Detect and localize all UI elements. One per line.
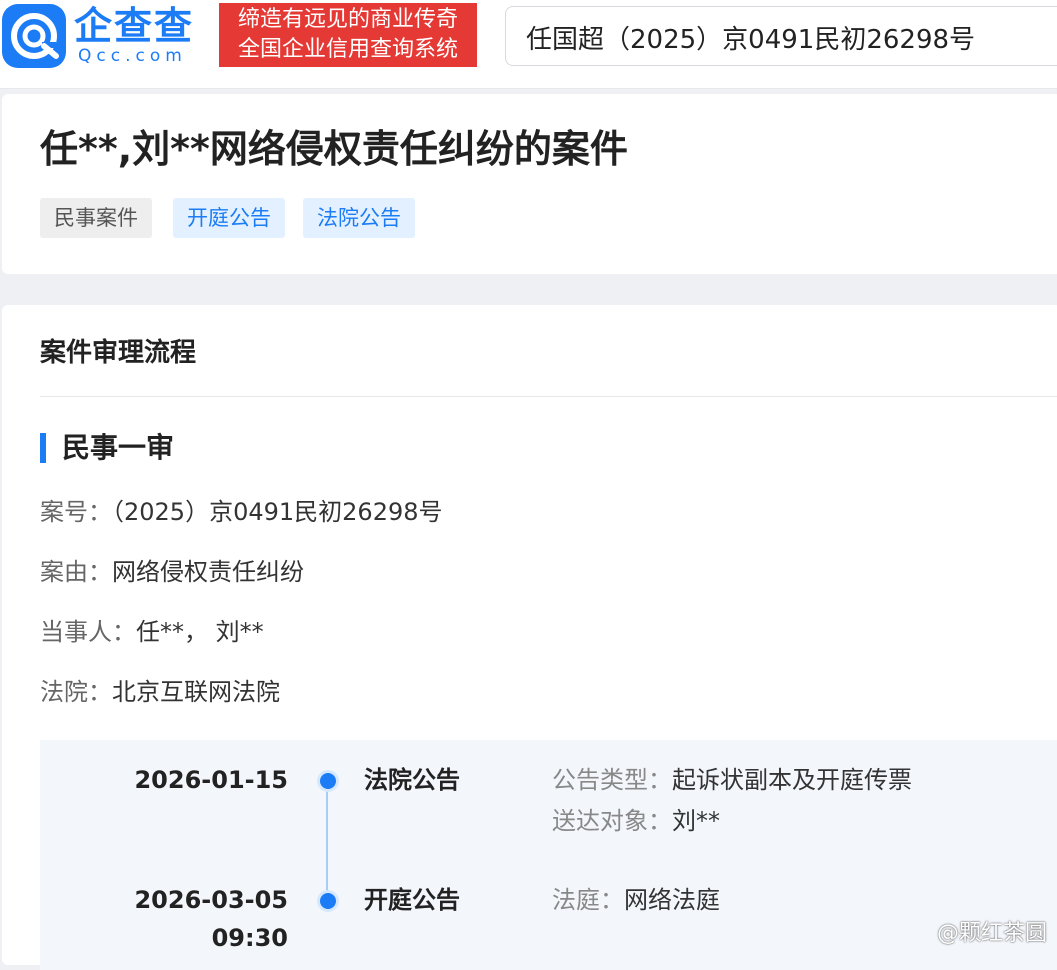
info-value: （2025）京0491民初26298号 <box>112 498 443 526</box>
timeline-time: 09:30 <box>211 924 288 952</box>
case-process-card: 案件审理流程 民事一审 案号：（2025）京0491民初26298号 案由：网络… <box>2 305 1057 970</box>
timeline-date: 2026-03-05 <box>134 886 288 914</box>
timeline-detail: 送达对象：刘** <box>552 803 720 839</box>
info-value[interactable]: 任**， 刘** <box>136 618 264 646</box>
stage-title: 民事一审 <box>62 431 175 464</box>
info-case-number: 案号：（2025）京0491民初26298号 <box>40 495 443 529</box>
timeline-connector <box>326 780 328 900</box>
info-parties: 当事人：任**， 刘** <box>40 615 264 649</box>
search-box[interactable] <box>505 6 1057 66</box>
watermark-credit: @颗红茶圆 <box>936 921 1047 946</box>
timeline-date: 2026-01-15 <box>134 766 288 794</box>
top-header: 企查查 Qcc.com 缔造有远见的商业传奇 全国企业信用查询系统 <box>0 0 1057 89</box>
slogan-line-2: 全国企业信用查询系统 <box>237 37 458 62</box>
section-title: 案件审理流程 <box>40 338 197 368</box>
info-label: 案号： <box>40 498 112 526</box>
info-value: 网络侵权责任纠纷 <box>112 558 304 586</box>
info-value[interactable]: 北京互联网法院 <box>112 678 280 706</box>
detail-label: 送达对象： <box>552 807 672 835</box>
case-title-card: 任**,刘**网络侵权责任纠纷的案件 民事案件 开庭公告 法院公告 <box>2 94 1057 274</box>
detail-value: 起诉状副本及开庭传票 <box>672 766 912 794</box>
detail-value: 刘** <box>672 807 720 835</box>
tag-hearing-notice[interactable]: 开庭公告 <box>173 198 285 238</box>
detail-label: 公告类型： <box>552 766 672 794</box>
slogan-banner: 缔造有远见的商业传奇 全国企业信用查询系统 <box>219 3 477 67</box>
info-case-cause: 案由：网络侵权责任纠纷 <box>40 555 304 589</box>
detail-value: 网络法庭 <box>624 886 720 914</box>
info-court: 法院：北京互联网法院 <box>40 675 280 709</box>
timeline-detail: 法庭：网络法庭 <box>552 882 720 918</box>
info-label: 法院： <box>40 678 112 706</box>
info-label: 当事人： <box>40 618 136 646</box>
tag-court-notice[interactable]: 法院公告 <box>303 198 415 238</box>
timeline-event-type[interactable]: 开庭公告 <box>364 882 460 918</box>
info-label: 案由： <box>40 558 112 586</box>
timeline: 2026-01-15 法院公告 公告类型：起诉状副本及开庭传票 送达对象：刘**… <box>40 740 1057 970</box>
case-title: 任**,刘**网络侵权责任纠纷的案件 <box>40 127 628 171</box>
qcc-logo-icon[interactable] <box>2 4 66 68</box>
timeline-dot <box>317 890 339 912</box>
search-input[interactable] <box>524 17 1048 57</box>
timeline-dot <box>317 770 339 792</box>
detail-label: 法庭： <box>552 886 624 914</box>
logo-subtext: Qcc.com <box>78 46 187 66</box>
logo-text[interactable]: 企查查 <box>74 4 194 48</box>
tag-civil-case[interactable]: 民事案件 <box>40 198 152 238</box>
stage-marker <box>40 433 46 463</box>
timeline-event-type[interactable]: 法院公告 <box>364 762 460 798</box>
divider <box>40 396 1057 397</box>
timeline-detail: 公告类型：起诉状副本及开庭传票 <box>552 762 912 798</box>
slogan-line-1: 缔造有远见的商业传奇 <box>237 7 458 32</box>
